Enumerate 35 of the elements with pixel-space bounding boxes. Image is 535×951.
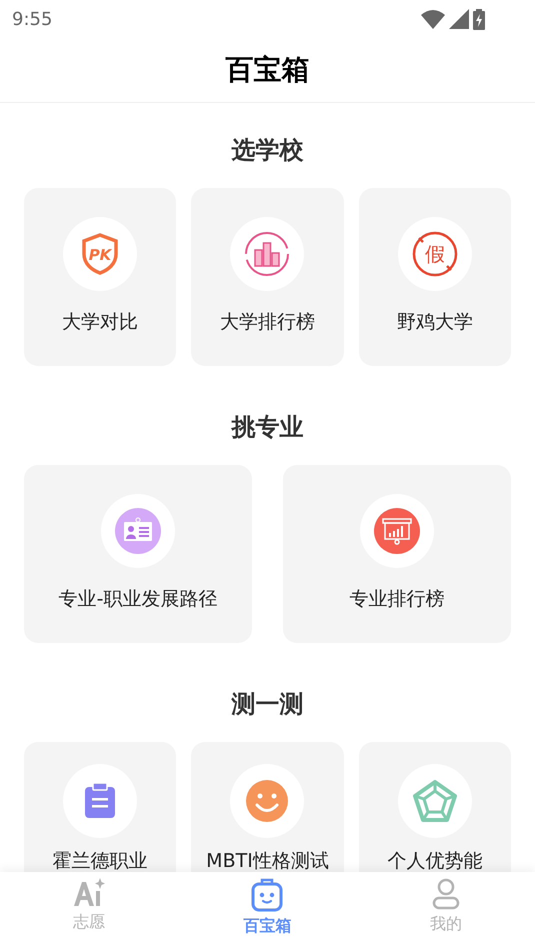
- user-icon: [432, 878, 460, 910]
- tool-card[interactable]: PK 大学对比: [24, 188, 176, 366]
- tool-label: 野鸡大学: [396, 311, 473, 333]
- tool-card[interactable]: 大学排行榜: [191, 188, 344, 366]
- clipboard-icon: [84, 783, 116, 819]
- signal-icon: [449, 9, 469, 29]
- tool-card[interactable]: 专业-职业发展路径: [24, 465, 252, 643]
- section-title: 测一测: [232, 689, 304, 720]
- tool-label: 专业排行榜: [350, 588, 444, 610]
- tool-label: 专业-职业发展路径: [58, 588, 218, 610]
- wifi-icon: [421, 9, 445, 29]
- battery-icon: [473, 8, 485, 30]
- ai-sparkle-icon: [73, 878, 106, 908]
- tool-card[interactable]: 个人优势能: [358, 742, 511, 872]
- robot-face-icon: [251, 878, 284, 912]
- pentagon-icon: [412, 780, 457, 822]
- tool-card[interactable]: 专业排行榜: [283, 465, 511, 643]
- tool-label: MBTI性格测试: [206, 850, 329, 872]
- tool-label: 大学对比: [62, 311, 138, 333]
- tool-label: 霍兰德职业: [52, 850, 148, 872]
- section-title: 挑专业: [232, 412, 304, 443]
- status-time: 9:55: [12, 8, 52, 32]
- smiley-icon: [246, 780, 288, 822]
- tool-label: 个人优势能: [387, 850, 482, 872]
- tool-card[interactable]: 霍兰德职业: [24, 742, 176, 872]
- section-title: 选学校: [232, 135, 304, 166]
- presentation-board-icon: [374, 508, 420, 554]
- tool-card[interactable]: MBTI性格测试: [191, 742, 344, 872]
- bar-chart-icon: [243, 230, 292, 278]
- shield-icon: PK: [80, 232, 120, 276]
- tool-label: 大学排行榜: [220, 311, 315, 333]
- ban-icon: 假: [410, 230, 459, 278]
- page-title: 百宝箱: [226, 52, 310, 88]
- id-card-icon: [115, 508, 161, 554]
- tool-card[interactable]: 假 野鸡大学: [358, 188, 511, 366]
